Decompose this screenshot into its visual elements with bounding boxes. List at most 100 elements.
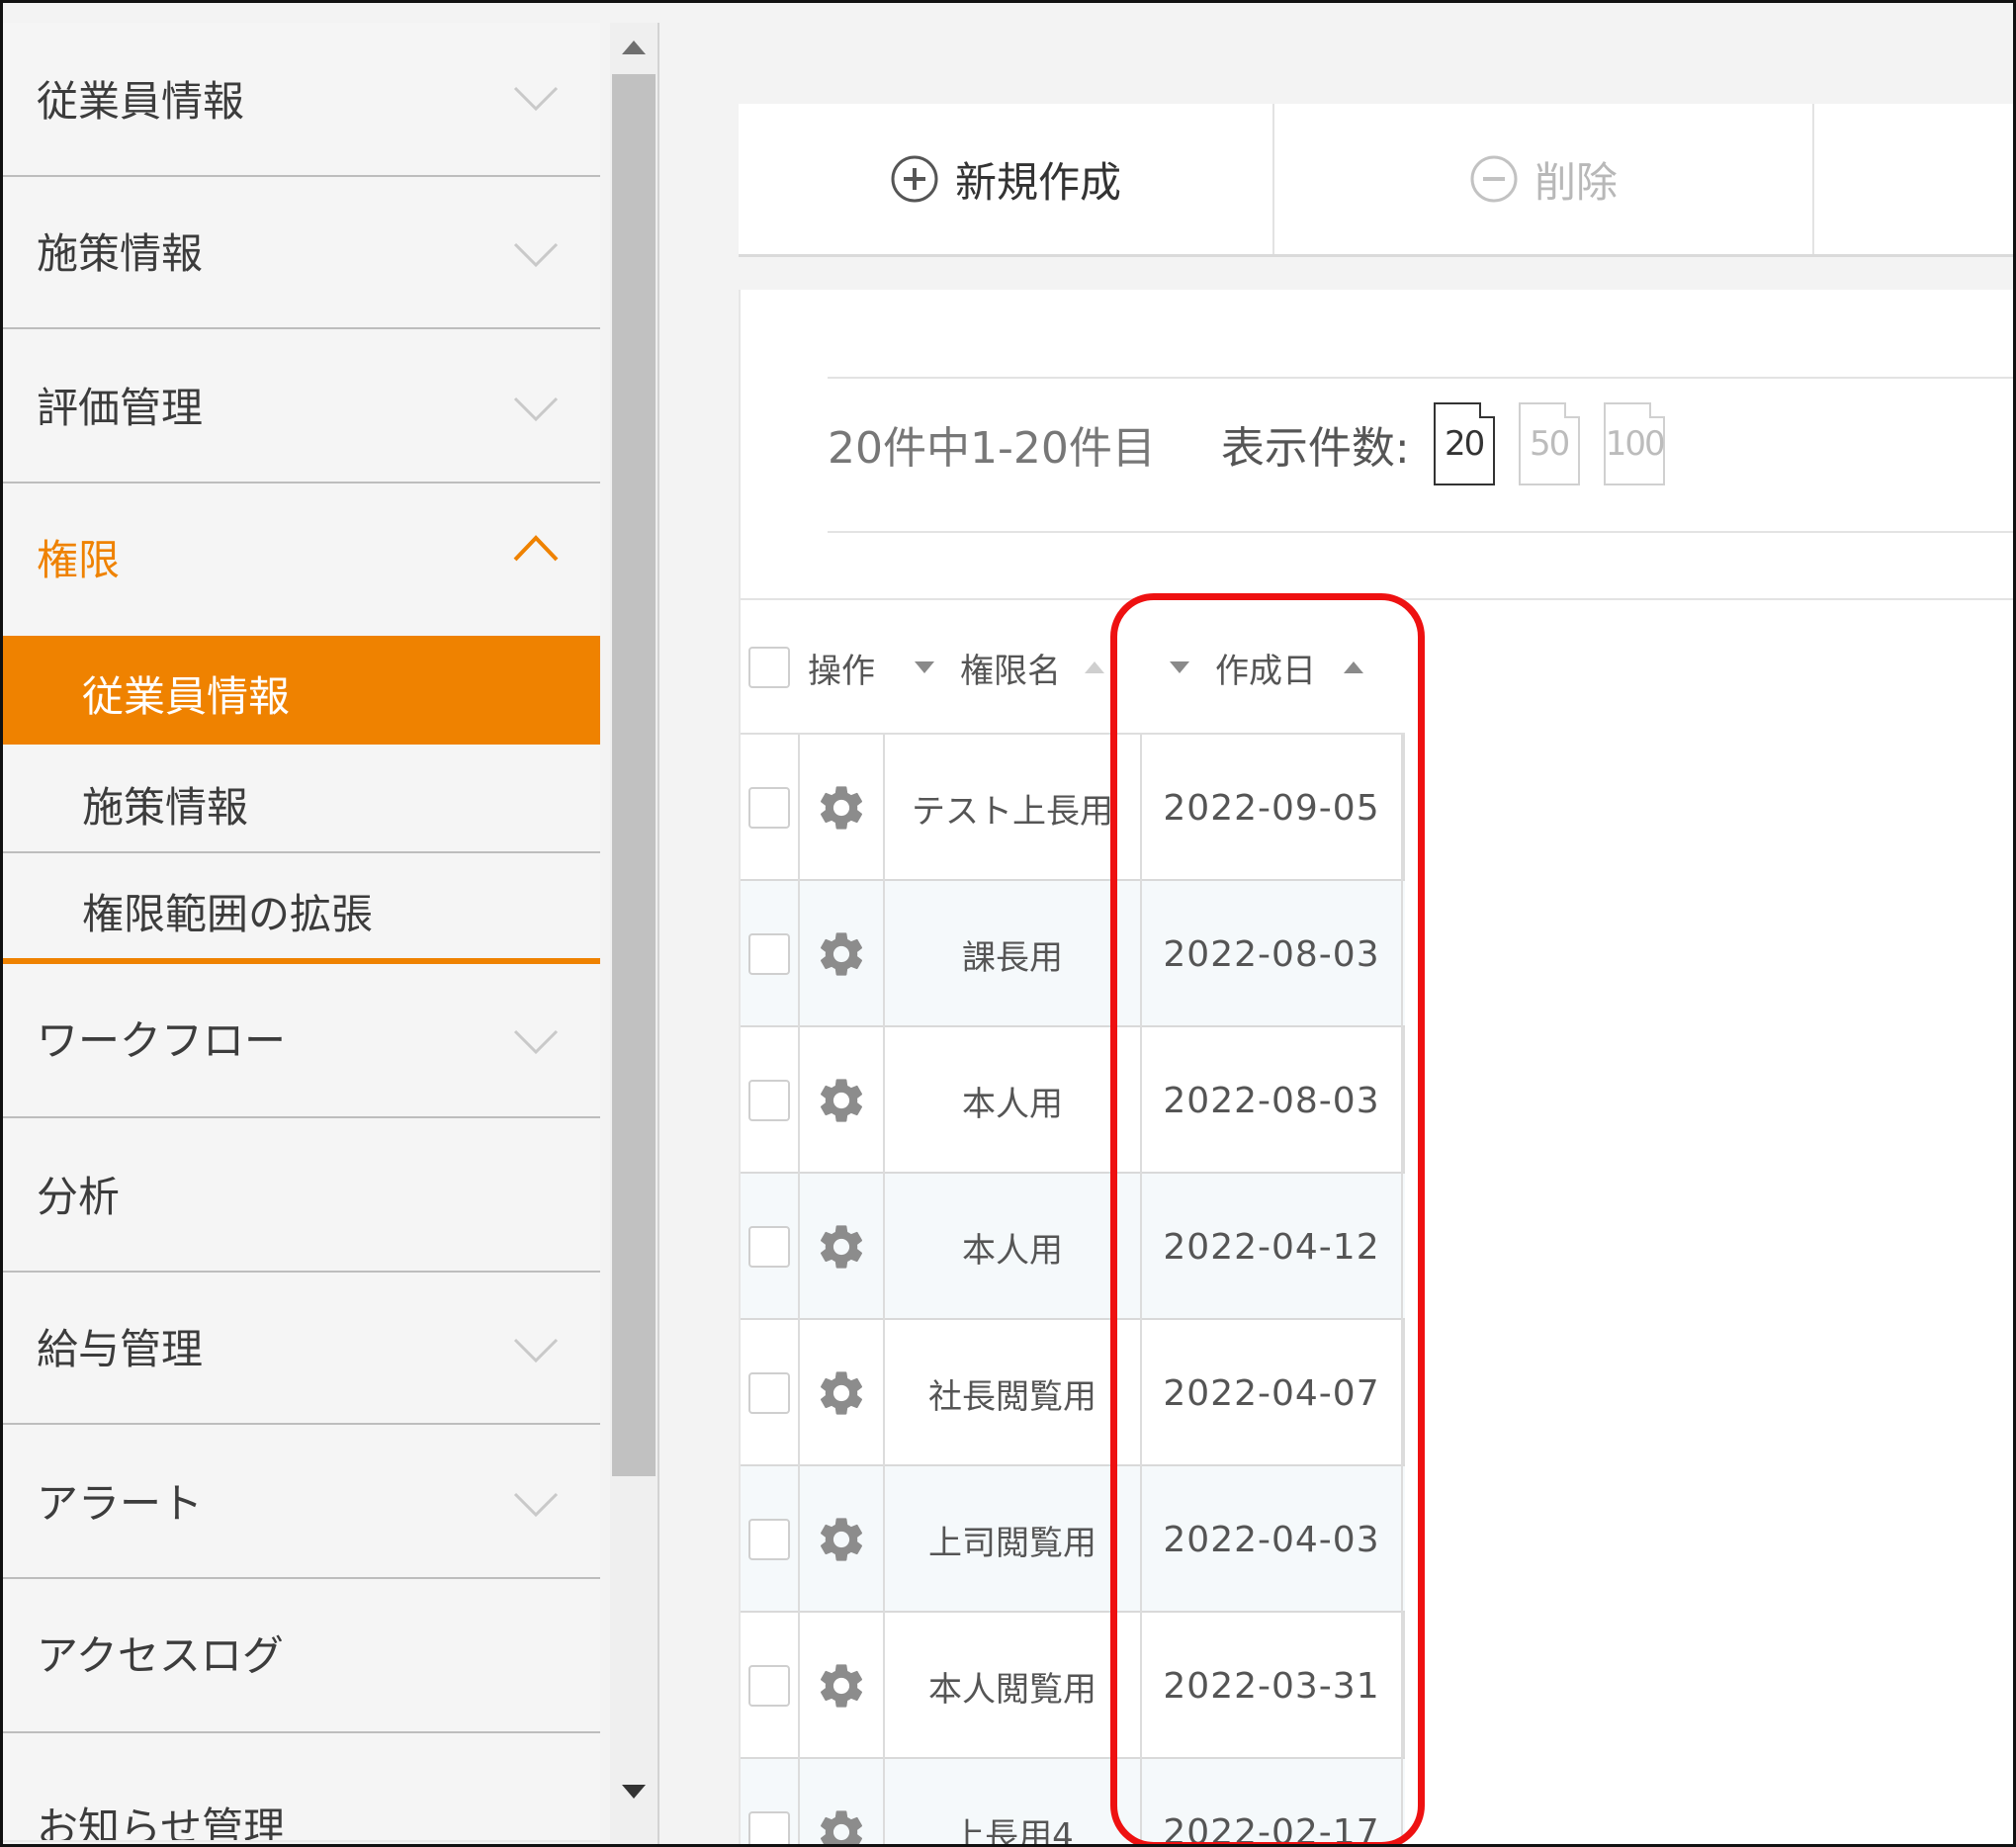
per-page-label: 表示件数: [1220,423,1410,474]
permission-name[interactable]: 本人閲覧用 [885,1613,1142,1759]
chevron-down-icon [513,1029,559,1055]
row-checkbox-cell [741,1613,800,1759]
gear-icon[interactable] [815,1513,868,1566]
nav-item-workflow[interactable]: ワークフロー [3,964,600,1118]
select-all-cell [748,602,790,733]
row-checkbox-cell [741,1759,800,1844]
nav-item-alert[interactable]: アラート [3,1425,600,1579]
horizontal-scrollbar[interactable] [3,1840,600,1842]
row-checkbox-cell [741,1320,800,1466]
sidebar-scrollbar-thumb[interactable] [612,74,656,1476]
plus-circle-icon [891,155,938,203]
gear-icon[interactable] [815,1366,868,1420]
sub-item-label: 権限範囲の拡張 [82,890,374,938]
permission-name[interactable]: 上司閲覧用 [885,1466,1142,1613]
row-checkbox-cell [741,1027,800,1174]
row-checkbox[interactable] [748,1372,790,1414]
row-settings-cell [800,1759,885,1847]
new-button[interactable]: 新規作成 [739,104,1272,254]
permission-name[interactable]: テスト上長用 [885,735,1142,881]
header-operation: 操作 [808,651,875,691]
gear-icon[interactable] [815,927,868,981]
chevron-up-icon [513,535,559,562]
per-page-20-button[interactable]: 20 [1433,402,1495,485]
nav-item-measure-info[interactable]: 施策情報 [3,177,600,329]
result-count: 20件中1-20件目 [828,423,1156,474]
chevron-down-icon [513,86,559,112]
select-all-checkbox[interactable] [748,647,790,688]
delete-button[interactable]: 削除 [1274,104,1812,254]
highlight-annotation [1110,593,1425,1844]
nav-item-label: アクセスログ [37,1631,284,1680]
chevron-down-icon [513,242,559,268]
app-window: 従業員情報 施策情報 評価管理 権限 従業員情報 施策情報 権限範囲の拡張 ワー… [0,0,2016,1847]
scroll-up-arrow-icon[interactable] [622,41,646,54]
row-settings-cell [800,881,885,1027]
permission-name[interactable]: 本人用 [885,1027,1142,1174]
minus-circle-icon [1470,155,1518,203]
sub-item-label: 従業員情報 [82,672,291,721]
sidebar: 従業員情報 施策情報 評価管理 権限 従業員情報 施策情報 権限範囲の拡張 ワー… [3,23,600,1842]
per-page-100-button[interactable]: 100 [1603,402,1666,485]
gear-icon[interactable] [815,1220,868,1274]
divider [828,377,2013,379]
row-checkbox-cell [741,881,800,1027]
nav-item-evaluation[interactable]: 評価管理 [3,329,600,484]
toolbar: 新規作成 削除 [739,104,2013,257]
nav-item-label: 従業員情報 [37,77,245,126]
nav-item-employee-info[interactable]: 従業員情報 [3,23,600,177]
sub-item-permission-scope[interactable]: 権限範囲の拡張 [3,853,600,958]
nav-item-label: 給与管理 [37,1325,204,1373]
row-settings-cell [800,735,885,881]
nav-item-permission[interactable]: 権限 [3,484,600,636]
gear-icon[interactable] [815,781,868,835]
nav-item-access-log[interactable]: アクセスログ [3,1579,600,1733]
row-checkbox[interactable] [748,1226,790,1268]
sort-desc-icon[interactable] [915,661,934,673]
sub-item-label: 施策情報 [82,783,249,832]
gear-icon[interactable] [815,1659,868,1713]
permission-name[interactable]: 課長用 [885,881,1142,1027]
toolbar-separator [1812,104,1814,254]
nav-item-label: 分析 [37,1173,121,1221]
nav-item-label: 評価管理 [37,384,204,432]
nav-item-payroll[interactable]: 給与管理 [3,1273,600,1425]
row-settings-cell [800,1466,885,1613]
divider [828,531,2013,533]
sub-item-measure-info[interactable]: 施策情報 [3,745,600,853]
sort-asc-icon[interactable] [1085,661,1104,673]
row-checkbox-cell [741,1466,800,1613]
nav-item-analysis[interactable]: 分析 [3,1118,600,1273]
permission-name[interactable]: 本人用 [885,1174,1142,1320]
nav-item-label: 施策情報 [37,229,204,278]
permission-name[interactable]: 社長閲覧用 [885,1320,1142,1466]
nav-item-label: ワークフロー [37,1016,287,1065]
new-button-label: 新規作成 [954,157,1121,207]
delete-button-label: 削除 [1534,157,1618,207]
row-settings-cell [800,1320,885,1466]
row-checkbox[interactable] [748,1665,790,1707]
gear-icon[interactable] [815,1805,868,1847]
scroll-down-arrow-icon[interactable] [622,1785,646,1799]
row-checkbox[interactable] [748,787,790,829]
row-checkbox[interactable] [748,1811,790,1844]
chevron-down-icon [513,396,559,422]
sub-item-employee-info[interactable]: 従業員情報 [3,636,600,745]
row-settings-cell [800,1613,885,1759]
chevron-down-icon [513,1492,559,1518]
row-settings-cell [800,1174,885,1320]
nav-item-label: お知らせ管理 [37,1803,286,1842]
permission-name[interactable]: 上長用4 [885,1759,1142,1844]
row-settings-cell [800,1027,885,1174]
row-checkbox[interactable] [748,1519,790,1560]
row-checkbox[interactable] [748,933,790,975]
gear-icon[interactable] [815,1074,868,1127]
nav-item-label: 権限 [37,536,121,584]
nav-item-notice[interactable]: お知らせ管理 [3,1733,600,1842]
header-name[interactable]: 権限名 [915,602,1104,733]
paging-bar: 20件中1-20件目 表示件数: 20 50 100 [828,402,1666,485]
row-checkbox[interactable] [748,1080,790,1121]
chevron-down-icon [513,1338,559,1363]
per-page-50-button[interactable]: 50 [1518,402,1580,485]
nav-item-label: アラート [37,1479,204,1528]
